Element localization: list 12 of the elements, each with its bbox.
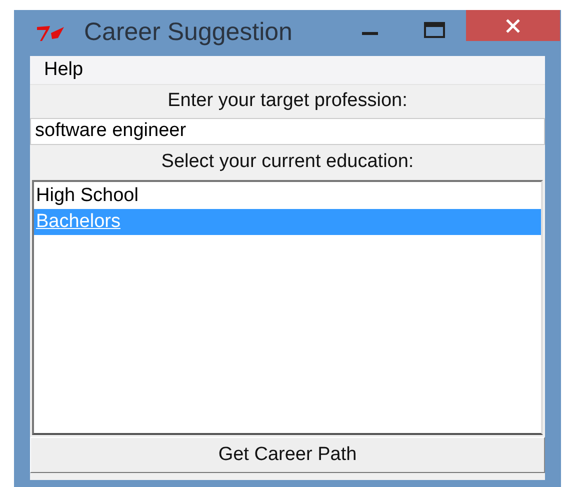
minimize-button[interactable] (362, 32, 378, 36)
list-box[interactable]: High School Bachelors (32, 180, 543, 435)
window-title: Career Suggestion (84, 17, 292, 48)
get-career-path-button[interactable]: Get Career Path (30, 437, 545, 473)
close-button[interactable] (466, 10, 560, 41)
list-item[interactable]: High School (34, 183, 541, 209)
close-icon (506, 18, 520, 32)
maximize-button[interactable] (424, 22, 445, 38)
field-label: Select your current education: (161, 150, 414, 174)
field-label: Enter your target profession: (168, 89, 408, 114)
text-field[interactable]: software engineer (30, 118, 545, 145)
menu-item[interactable]: Help (44, 56, 84, 84)
